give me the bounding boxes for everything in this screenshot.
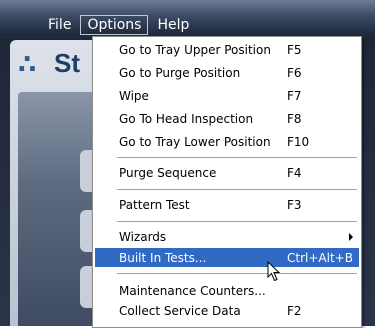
menu-item-wizards[interactable]: Wizards: [95, 227, 359, 246]
menu-item-label: Go to Tray Lower Position: [119, 134, 271, 149]
menu-item-go-to-head-inspection[interactable]: Go To Head Inspection F8: [95, 109, 359, 128]
menu-item-maintenance-counters[interactable]: Maintenance Counters...: [95, 281, 359, 300]
menu-separator: [117, 221, 357, 222]
menu-item-built-in-tests[interactable]: Built In Tests... Ctrl+Alt+B: [95, 248, 359, 267]
menu-options[interactable]: Options: [79, 14, 149, 36]
side-tab[interactable]: [80, 266, 92, 308]
menu-file[interactable]: File: [40, 14, 79, 36]
menu-item-shortcut: F3: [287, 197, 302, 212]
menu-separator: [117, 273, 357, 274]
menu-item-pattern-test[interactable]: Pattern Test F3: [95, 195, 359, 214]
options-dropdown-menu: Go to Tray Upper Position F5 Go to Purge…: [92, 36, 362, 328]
menu-item-label: Pattern Test: [119, 197, 190, 212]
menu-item-go-to-purge-position[interactable]: Go to Purge Position F6: [95, 63, 359, 82]
menu-help[interactable]: Help: [149, 14, 197, 36]
logo-text: St: [54, 48, 80, 78]
menu-item-shortcut: F8: [287, 111, 302, 126]
menu-item-shortcut: F2: [287, 303, 302, 318]
menu-item-label: Collect Service Data: [119, 303, 241, 318]
side-tab[interactable]: [80, 210, 92, 252]
menu-item-shortcut: F7: [287, 88, 302, 103]
menu-item-go-to-tray-lower-position[interactable]: Go to Tray Lower Position F10: [95, 132, 359, 151]
submenu-arrow-icon: [349, 233, 353, 241]
menu-item-label: Maintenance Counters...: [119, 283, 266, 298]
menu-item-label: Wipe: [119, 88, 149, 103]
menu-item-shortcut: F5: [287, 42, 302, 57]
menu-item-shortcut: F6: [287, 65, 302, 80]
menu-bar: File Options Help: [0, 14, 375, 36]
menu-item-collect-service-data[interactable]: Collect Service Data F2: [95, 301, 359, 320]
menu-item-purge-sequence[interactable]: Purge Sequence F4: [95, 163, 359, 182]
side-tab[interactable]: [80, 150, 92, 192]
logo-icon: ∴: [18, 50, 37, 80]
menu-item-shortcut: Ctrl+Alt+B: [287, 250, 353, 265]
menu-item-label: Wizards: [119, 229, 167, 244]
menu-item-wipe[interactable]: Wipe F7: [95, 86, 359, 105]
menu-item-label: Go To Head Inspection: [119, 111, 254, 126]
arrow-cursor-icon: [267, 261, 281, 282]
menu-separator: [117, 157, 357, 158]
menu-item-shortcut: F4: [287, 165, 302, 180]
menu-item-label: Go to Tray Upper Position: [119, 42, 271, 57]
menu-item-shortcut: F10: [287, 134, 310, 149]
menu-separator: [117, 189, 357, 190]
menu-item-label: Go to Purge Position: [119, 65, 241, 80]
menu-item-label: Purge Sequence: [119, 165, 217, 180]
menu-item-go-to-tray-upper-position[interactable]: Go to Tray Upper Position F5: [95, 40, 359, 59]
menu-item-label: Built In Tests...: [119, 250, 207, 265]
